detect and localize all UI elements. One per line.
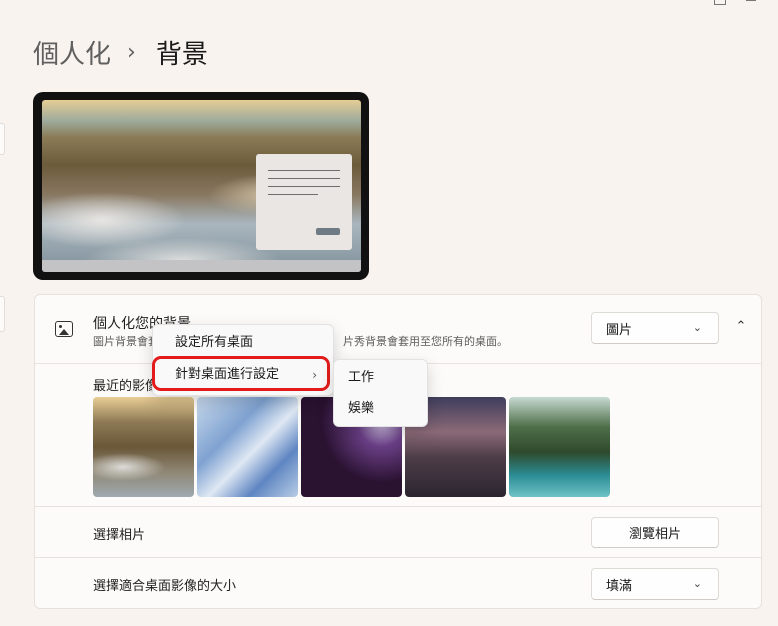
submenu-item-label: 工作 xyxy=(348,370,375,385)
fit-value: 填滿 xyxy=(606,578,633,594)
recent-image-2[interactable] xyxy=(197,397,298,497)
fit-dropdown[interactable]: 填滿 ⌄ xyxy=(591,568,719,600)
submenu-item-label: 娛樂 xyxy=(348,401,375,416)
preview-line xyxy=(268,170,340,171)
nav-item-stub[interactable] xyxy=(0,296,5,332)
browse-photos-button[interactable]: 瀏覽相片 xyxy=(591,517,719,548)
window-close-icon[interactable] xyxy=(746,0,756,1)
chevron-down-icon: ⌄ xyxy=(692,321,702,334)
background-type-dropdown[interactable]: 圖片 ⌄ xyxy=(591,312,719,344)
breadcrumb: 個人化 › 背景 xyxy=(33,34,208,71)
preview-line xyxy=(268,186,340,187)
nav-item-stub[interactable] xyxy=(0,123,5,155)
preview-window xyxy=(256,154,352,250)
fit-label: 選擇適合桌面影像的大小 xyxy=(93,579,237,594)
submenu-item-entertainment[interactable]: 娛樂 xyxy=(340,395,422,423)
preview-wallpaper xyxy=(42,100,361,272)
menu-item-set-all-desktops[interactable]: 設定所有桌面 xyxy=(159,329,327,357)
recent-image-5[interactable] xyxy=(509,397,610,497)
page-title: 背景 xyxy=(155,40,208,70)
image-icon xyxy=(55,321,73,337)
choose-photo-label: 選擇相片 xyxy=(93,528,146,543)
background-description: 圖片背景會套 xyxy=(93,335,159,348)
breadcrumb-separator: › xyxy=(127,40,136,65)
background-description-end: 片秀背景會套用至您所有的桌面。 xyxy=(343,335,508,348)
recent-image-1[interactable] xyxy=(93,397,194,497)
desktop-submenu: 工作 娛樂 xyxy=(333,359,428,427)
menu-item-label: 設定所有桌面 xyxy=(175,335,254,350)
desktop-preview xyxy=(33,92,369,280)
fit-row: 選擇適合桌面影像的大小 填滿 ⌄ xyxy=(34,557,762,609)
recent-images-label: 最近的影像 xyxy=(93,379,159,394)
preview-taskbar xyxy=(42,260,361,272)
background-type-value: 圖片 xyxy=(606,322,633,338)
window-minimize-icon[interactable] xyxy=(714,0,726,5)
preview-line xyxy=(268,194,318,195)
chevron-down-icon: ⌄ xyxy=(692,577,702,590)
breadcrumb-parent[interactable]: 個人化 xyxy=(33,34,111,71)
highlight-annotation xyxy=(152,356,330,391)
preview-line xyxy=(268,178,340,179)
submenu-item-work[interactable]: 工作 xyxy=(340,364,422,392)
chevron-up-icon[interactable]: ⌃ xyxy=(731,317,751,337)
preview-button xyxy=(316,228,340,235)
choose-photo-row: 選擇相片 瀏覽相片 xyxy=(34,506,762,558)
